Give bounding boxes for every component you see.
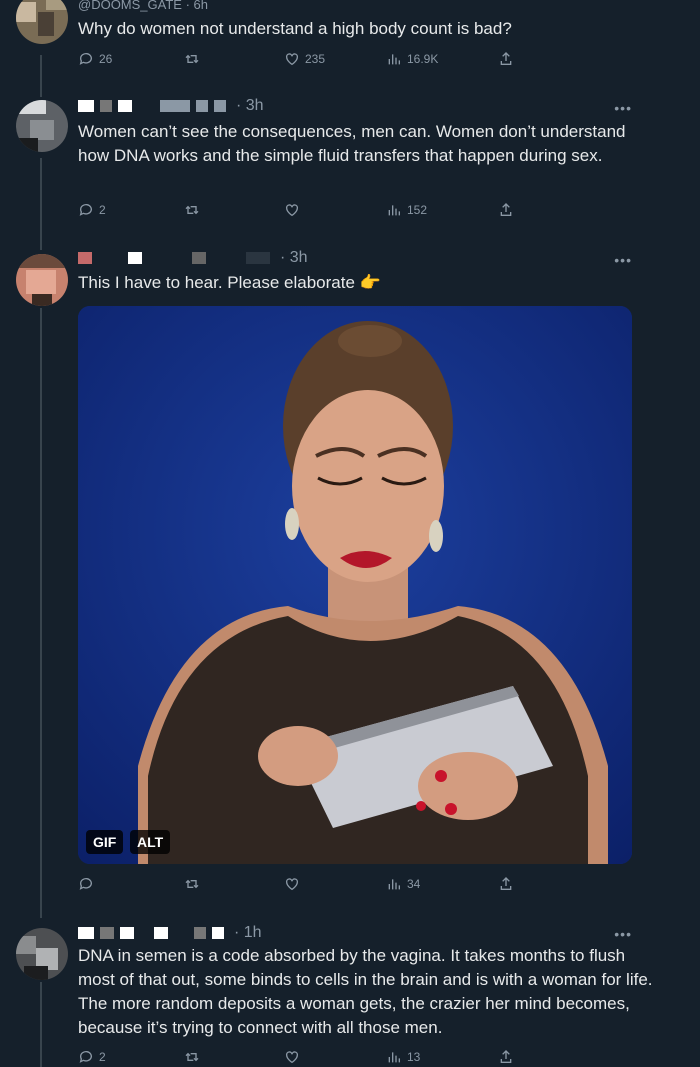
redacted-name <box>128 252 142 264</box>
tweet-header: · 3h <box>78 96 264 116</box>
repost-button[interactable] <box>184 200 205 220</box>
share-icon <box>498 1049 514 1065</box>
tweet-actions: 2 152 <box>78 200 518 220</box>
timestamp[interactable]: · 3h <box>280 249 308 267</box>
redacted-name <box>100 100 112 112</box>
views-icon <box>386 202 402 218</box>
tweet-1[interactable]: @DOOMS_GATE · 6h Why do women not unders… <box>0 0 700 78</box>
tweet-header: · 3h <box>78 248 308 268</box>
more-icon[interactable]: ••• <box>614 926 632 942</box>
reply-icon <box>78 51 94 67</box>
share-icon <box>498 51 514 67</box>
views-button[interactable]: 16.9K <box>386 49 438 69</box>
redacted-name <box>78 100 94 112</box>
tweet-text: Women can’t see the consequences, men ca… <box>78 122 626 165</box>
redacted-name <box>120 927 134 939</box>
tweet-actions: 26 235 16.9K <box>78 49 518 69</box>
tweet-3[interactable]: · 3h ••• This I have to hear. Please ela… <box>0 246 700 896</box>
views-button[interactable]: 34 <box>386 874 420 894</box>
timestamp[interactable]: · 1h <box>234 924 262 942</box>
tweet-2[interactable]: · 3h ••• Women can’t see the consequence… <box>0 96 700 230</box>
gif-image <box>78 306 632 864</box>
heart-icon <box>284 202 300 218</box>
views-count: 16.9K <box>407 52 439 66</box>
redacted-name <box>154 927 168 939</box>
tweet-text: DNA in semen is a code absorbed by the v… <box>78 946 653 1037</box>
views-count: 13 <box>407 1050 421 1064</box>
repost-icon <box>184 51 200 67</box>
repost-button[interactable] <box>184 49 205 69</box>
repost-button[interactable] <box>184 874 205 894</box>
avatar[interactable] <box>16 0 68 44</box>
views-icon <box>386 1049 402 1065</box>
reply-icon <box>78 202 94 218</box>
redacted-name <box>212 927 224 939</box>
redacted-name <box>192 252 206 264</box>
avatar[interactable] <box>16 928 68 980</box>
heart-icon <box>284 876 300 892</box>
views-button[interactable]: 152 <box>386 200 427 220</box>
like-button[interactable]: 235 <box>284 49 325 69</box>
reply-button[interactable]: 2 <box>78 200 106 220</box>
tweet-text: Why do women not understand a high body … <box>78 19 512 38</box>
redacted-name <box>196 100 208 112</box>
repost-icon <box>184 876 200 892</box>
share-icon <box>498 202 514 218</box>
reply-count: 26 <box>99 52 113 66</box>
tweet-4[interactable]: · 1h ••• DNA in semen is a code absorbed… <box>0 920 700 1067</box>
redacted-name <box>214 100 226 112</box>
like-button[interactable] <box>284 874 305 894</box>
gif-badge[interactable]: GIF <box>86 830 124 854</box>
like-count: 235 <box>305 52 326 66</box>
views-count: 152 <box>407 203 428 217</box>
reply-count: 2 <box>99 203 106 217</box>
more-icon[interactable]: ••• <box>614 252 632 268</box>
tweet-text: This I have to hear. Please elaborate 👉 <box>78 273 381 292</box>
redacted-name <box>118 100 132 112</box>
share-icon <box>498 876 514 892</box>
reply-button[interactable] <box>78 874 99 894</box>
views-count: 34 <box>407 877 421 891</box>
redacted-name <box>160 100 190 112</box>
share-button[interactable] <box>498 874 514 894</box>
reply-icon <box>78 876 94 892</box>
redacted-name <box>100 927 114 939</box>
tweet-actions: 2 13 <box>78 1047 518 1067</box>
tweet-actions: 34 <box>78 874 518 894</box>
repost-button[interactable] <box>184 1047 205 1067</box>
redacted-name <box>78 252 92 264</box>
share-button[interactable] <box>498 200 514 220</box>
timestamp[interactable]: · 3h <box>236 97 264 115</box>
tweet-header: @DOOMS_GATE · 6h <box>78 0 208 14</box>
heart-icon <box>284 51 300 67</box>
reply-icon <box>78 1049 94 1065</box>
views-icon <box>386 51 402 67</box>
gif-media[interactable]: GIF ALT <box>78 306 632 864</box>
redacted-name <box>78 927 94 939</box>
redacted-name <box>246 252 270 264</box>
more-icon[interactable]: ••• <box>614 100 632 116</box>
like-button[interactable] <box>284 1047 305 1067</box>
reply-button[interactable]: 26 <box>78 49 112 69</box>
avatar[interactable] <box>16 254 68 306</box>
views-icon <box>386 876 402 892</box>
avatar[interactable] <box>16 100 68 152</box>
alt-badge[interactable]: ALT <box>130 830 171 854</box>
share-button[interactable] <box>498 49 514 69</box>
heart-icon <box>284 1049 300 1065</box>
reply-count: 2 <box>99 1050 106 1064</box>
repost-icon <box>184 1049 200 1065</box>
like-button[interactable] <box>284 200 305 220</box>
handle[interactable]: @DOOMS_GATE · 6h <box>78 0 208 12</box>
share-button[interactable] <box>498 1047 514 1067</box>
tweet-header: · 1h <box>78 923 262 943</box>
repost-icon <box>184 202 200 218</box>
views-button[interactable]: 13 <box>386 1047 420 1067</box>
redacted-name <box>194 927 206 939</box>
reply-button[interactable]: 2 <box>78 1047 106 1067</box>
